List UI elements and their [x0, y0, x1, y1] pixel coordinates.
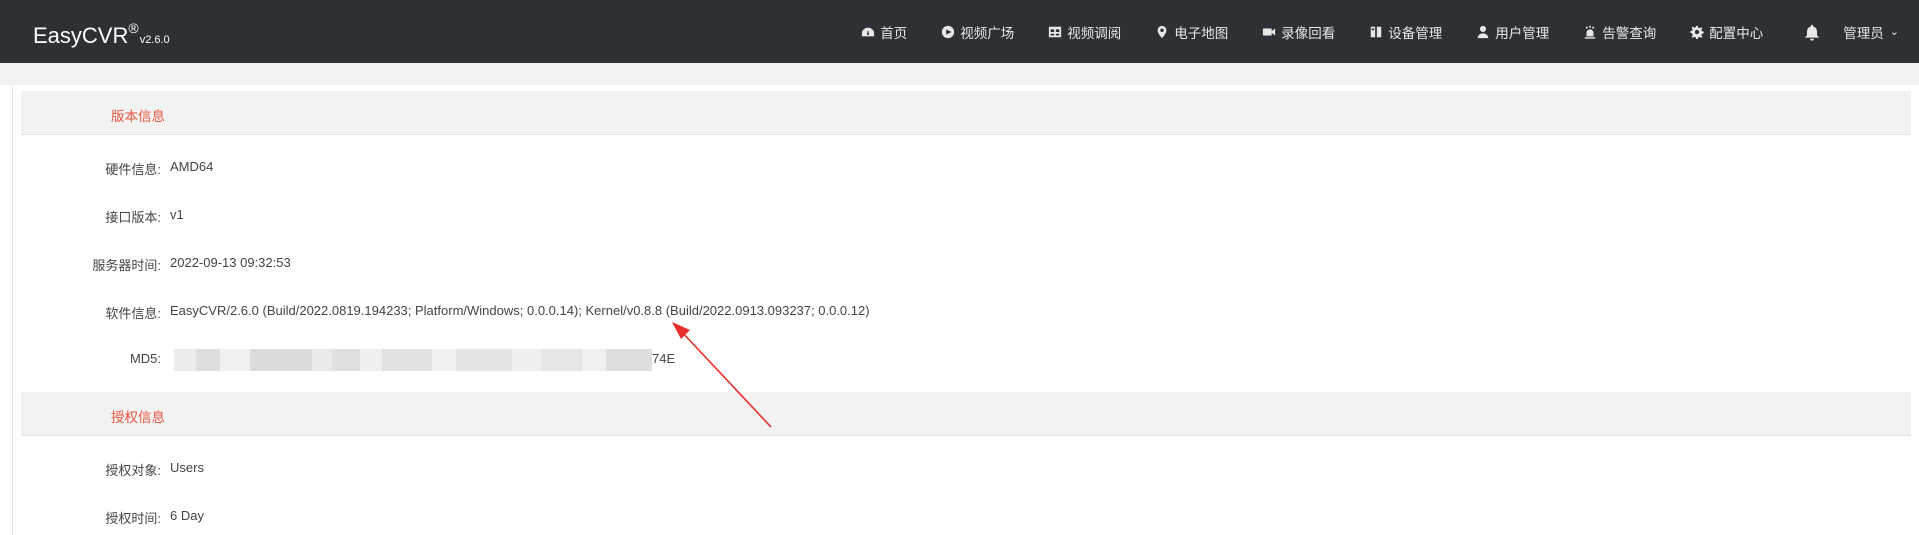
- brand-name: EasyCVR: [33, 23, 129, 48]
- info-row-license-target: 授权对象: Users: [13, 460, 1913, 480]
- nav-item-label: 设备管理: [1388, 25, 1443, 41]
- nav-item-label: 配置中心: [1709, 25, 1764, 41]
- software-value: EasyCVR/2.6.0 (Build/2022.0819.194233; P…: [170, 303, 870, 318]
- nav-item-user-management[interactable]: 用户管理: [1476, 22, 1549, 42]
- dashboard-icon: [862, 27, 875, 36]
- software-label: 软件信息:: [105, 306, 161, 321]
- top-navbar: EasyCVR®v2.6.0 首页 视频广场 视频调阅 电子地图 录像回看 设备…: [0, 0, 1919, 63]
- license-info-header: 授权信息: [21, 392, 1911, 436]
- grid-view-icon: [1049, 26, 1062, 37]
- nav-item-label: 首页: [880, 25, 908, 41]
- md5-value-suffix: 74E: [652, 351, 676, 366]
- bell-icon: [1805, 24, 1820, 41]
- system-info-panel: 版本信息 硬件信息: AMD64 接口版本: v1 服务器时间: 2022-09…: [12, 85, 1919, 535]
- server-time-value: 2022-09-13 09:32:53: [170, 255, 291, 270]
- nav-item-label: 电子地图: [1174, 25, 1229, 41]
- nav-item-label: 视频调阅: [1067, 25, 1122, 41]
- hardware-label: 硬件信息:: [105, 162, 161, 177]
- nav-item-label: 录像回看: [1281, 25, 1336, 41]
- page-margin: [0, 63, 1919, 85]
- info-row-server-time: 服务器时间: 2022-09-13 09:32:53: [13, 255, 1913, 275]
- nav-item-video-view[interactable]: 视频调阅: [1048, 22, 1121, 42]
- hardware-value: AMD64: [170, 159, 214, 174]
- registered-mark: ®: [128, 20, 139, 36]
- license-target-label: 授权对象:: [105, 463, 161, 478]
- nav-item-config-center[interactable]: 配置中心: [1690, 22, 1763, 42]
- info-row-api-version: 接口版本: v1: [13, 207, 1913, 227]
- main-nav: 首页 视频广场 视频调阅 电子地图 录像回看 设备管理 用户管理 告警查询 配置…: [827, 0, 1899, 63]
- nav-item-video-plaza[interactable]: 视频广场: [941, 22, 1014, 42]
- nav-item-device-management[interactable]: 设备管理: [1369, 22, 1442, 42]
- license-target-value: Users: [170, 460, 204, 475]
- user-icon: [1478, 25, 1489, 38]
- alarm-icon: [1585, 25, 1596, 39]
- play-circle-icon: [942, 25, 955, 38]
- section-title-version: 版本信息: [111, 109, 165, 124]
- nav-item-label: 视频广场: [960, 25, 1015, 41]
- info-row-hardware: 硬件信息: AMD64: [13, 159, 1913, 179]
- version-info-header: 版本信息: [21, 91, 1911, 135]
- app-version: v2.6.0: [139, 34, 170, 46]
- notifications-button[interactable]: [1803, 23, 1821, 41]
- nav-item-map[interactable]: 电子地图: [1155, 22, 1228, 42]
- user-name: 管理员: [1843, 25, 1884, 41]
- user-menu[interactable]: 管理员 ⌄: [1843, 22, 1899, 42]
- info-row-software: 软件信息: EasyCVR/2.6.0 (Build/2022.0819.194…: [13, 303, 1913, 323]
- nav-item-label: 用户管理: [1495, 25, 1550, 41]
- license-time-label: 授权时间:: [105, 511, 161, 526]
- nav-item-label: 告警查询: [1602, 25, 1657, 41]
- md5-redaction-mask: [174, 349, 652, 371]
- map-pin-icon: [1157, 25, 1167, 38]
- api-version-value: v1: [170, 207, 184, 222]
- nav-item-playback[interactable]: 录像回看: [1262, 22, 1335, 42]
- info-row-license-time: 授权时间: 6 Day: [13, 508, 1913, 528]
- info-row-md5: MD5: 74E: [13, 349, 1913, 371]
- license-time-value: 6 Day: [170, 508, 204, 523]
- app-logo[interactable]: EasyCVR®v2.6.0: [33, 20, 170, 49]
- device-icon: [1371, 26, 1382, 37]
- section-title-license: 授权信息: [111, 410, 165, 425]
- gear-icon: [1690, 25, 1704, 39]
- server-time-label: 服务器时间:: [92, 258, 161, 273]
- nav-item-home[interactable]: 首页: [861, 22, 907, 42]
- video-camera-icon: [1263, 28, 1276, 35]
- md5-label: MD5:: [129, 351, 161, 366]
- chevron-down-icon: ⌄: [1889, 26, 1899, 38]
- nav-item-alarm-query[interactable]: 告警查询: [1583, 22, 1656, 42]
- api-version-label: 接口版本:: [105, 210, 161, 225]
